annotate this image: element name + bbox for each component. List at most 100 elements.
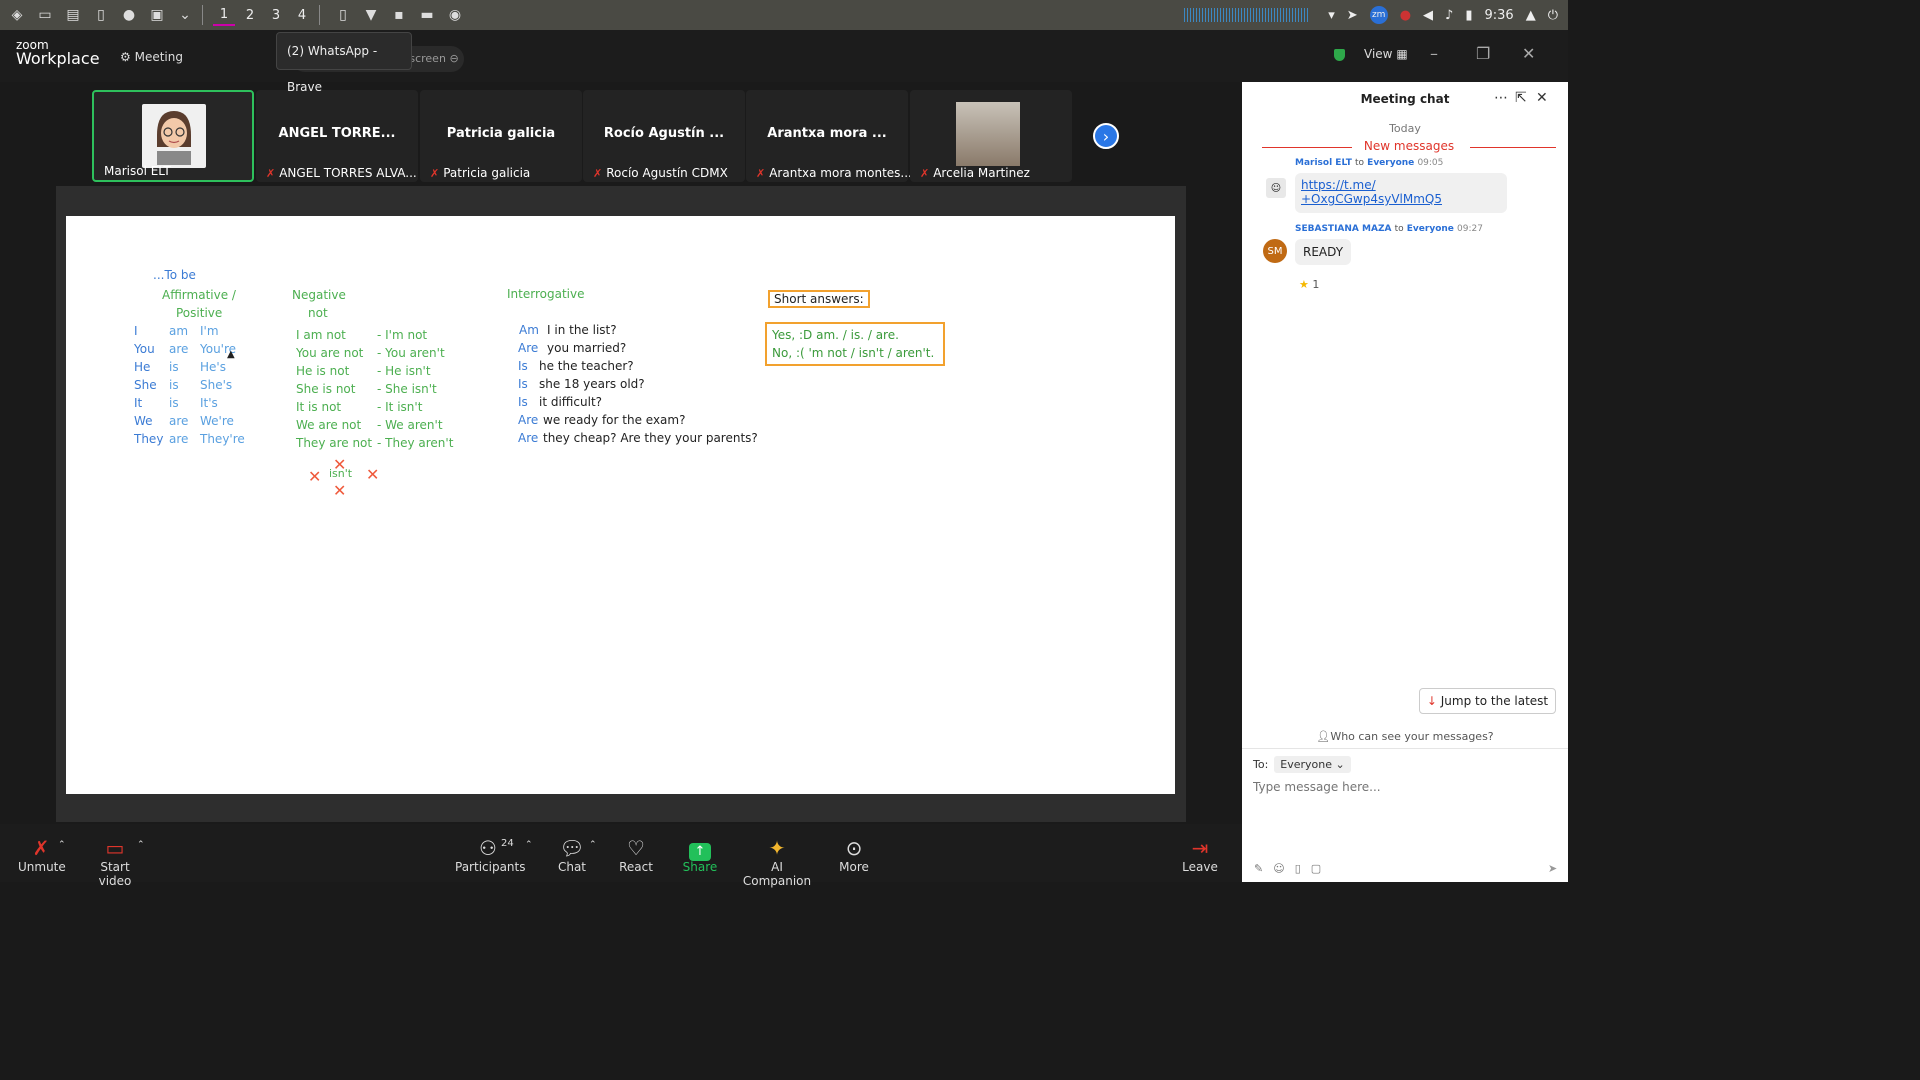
sender-name: SEBASTIANA MAZA (1295, 224, 1392, 234)
ai-companion-label: AI Companion (742, 860, 812, 888)
grid-icon: ▦ (1396, 47, 1408, 61)
verb: are (169, 342, 189, 356)
person-icon: 👤︎ (1316, 730, 1331, 743)
workspace-2[interactable]: 2 (239, 4, 261, 26)
contraction: It's (200, 396, 218, 410)
mouse-cursor-icon: ▲ (227, 349, 235, 360)
compose-toolbar: ✎ ☺ ▯ ▢ (1254, 862, 1321, 875)
participant-tile[interactable]: ✗ Arcelia Martinez (910, 90, 1072, 182)
to-word: to (1354, 158, 1365, 168)
workspace-4[interactable]: 4 (291, 4, 313, 26)
share-button[interactable]: ↑ Share (682, 836, 718, 874)
pop-out-icon[interactable]: ⇱ (1515, 90, 1527, 106)
document-icon[interactable]: ▯ (332, 5, 354, 25)
question-verb: Is (518, 359, 528, 373)
contraction: She's (200, 378, 233, 392)
workspace-1[interactable]: 1 (213, 4, 235, 26)
audio-options-caret[interactable]: ⌃ (58, 840, 66, 850)
window-icon[interactable]: ▬ (416, 5, 438, 25)
negative-contraction: - It isn't (377, 400, 423, 414)
chat-caret[interactable]: ⌃ (589, 840, 597, 850)
shield-icon[interactable] (1334, 49, 1345, 61)
firefox-icon[interactable]: ● (118, 5, 140, 25)
zoom-task-icon[interactable]: ◉ (444, 5, 466, 25)
participant-tile[interactable]: Patricia galicia ✗ Patricia galicia (420, 90, 582, 182)
files-icon[interactable]: ▤ (62, 5, 84, 25)
close-icon[interactable]: ✕ (1536, 90, 1548, 106)
zoom-tray-icon[interactable]: zm (1369, 6, 1388, 24)
workspace-3[interactable]: 3 (265, 4, 287, 26)
negative-form: We are not (296, 418, 362, 432)
pdf-icon[interactable]: ▯ (90, 5, 112, 25)
question-verb: Is (518, 395, 528, 409)
negative-contraction: - She isn't (377, 382, 437, 396)
minimize-icon[interactable]: – (1430, 44, 1438, 63)
more-icon[interactable]: ⊖ (449, 52, 458, 65)
video-options-caret[interactable]: ⌃ (137, 840, 145, 850)
heart-icon: ♡ (627, 836, 645, 860)
emoji-icon[interactable]: ☺ (1273, 862, 1284, 875)
question-text: she 18 years old? (539, 377, 645, 391)
question-text: he the teacher? (539, 359, 634, 373)
negative-form: I am not (296, 328, 346, 342)
leave-button[interactable]: ⇥ Leave (1180, 836, 1220, 874)
recipient-dropdown[interactable]: Everyone ⌄ (1274, 756, 1351, 773)
brave-icon[interactable]: ▼ (360, 5, 382, 25)
ai-companion-button[interactable]: ✦ AI Companion (738, 836, 816, 888)
new-messages-divider: New messages (1262, 139, 1556, 155)
record-icon[interactable]: ● (1400, 8, 1411, 23)
wifi-icon[interactable]: ▾ (1328, 8, 1335, 23)
telegram-icon[interactable]: ➤ (1347, 8, 1358, 23)
unmute-label: Unmute (18, 860, 66, 874)
logo-bottom: Workplace (16, 49, 100, 68)
terminal-window-icon[interactable]: ▪ (388, 5, 410, 25)
short-answer-no: No, :( 'm not / isn't / aren't. (772, 346, 935, 360)
terminal-icon[interactable]: ▣ (146, 5, 168, 25)
more-button[interactable]: ⊙ More (836, 836, 872, 874)
question-verb: Are (518, 413, 539, 427)
jump-to-latest-button[interactable]: ↓ Jump to the latest (1419, 688, 1556, 714)
contraction: We're (200, 414, 234, 428)
bell-icon[interactable]: ♪ (1445, 8, 1453, 23)
question-text: we ready for the exam? (543, 413, 686, 427)
more-options-icon[interactable]: ⋯ (1494, 90, 1508, 106)
pronoun: I (134, 324, 138, 338)
participants-caret[interactable]: ⌃ (525, 840, 533, 850)
send-icon[interactable]: ➤ (1548, 862, 1557, 875)
format-icon[interactable]: ✎ (1254, 862, 1263, 875)
battery-icon[interactable]: ▮ (1465, 8, 1472, 23)
avatar: ☺ (1266, 178, 1286, 198)
cross-mark-icon: ✕ (333, 481, 347, 500)
file-icon[interactable]: ▯ (1295, 862, 1301, 875)
restore-icon[interactable]: ❐ (1476, 44, 1490, 63)
close-window-icon[interactable]: ✕ (1522, 44, 1535, 63)
who-can-see-link[interactable]: 👤︎Who can see your messages? (1242, 730, 1568, 743)
app-launcher-icon[interactable]: ◈ (6, 5, 28, 25)
negative-form: You are not (296, 346, 364, 360)
screenshot-icon[interactable]: ▢ (1311, 862, 1321, 875)
volume-icon[interactable]: ◀ (1423, 8, 1433, 23)
chat-button[interactable]: 💬︎ Chat (554, 836, 590, 874)
participants-button[interactable]: ⚇ 24 Participants (455, 836, 526, 874)
negative-contraction: - I'm not (377, 328, 428, 342)
reaction-chip[interactable]: ★ 1 (1299, 278, 1319, 291)
verb: is (169, 396, 179, 410)
lock-icon[interactable]: ▲ (1526, 8, 1536, 23)
message-input[interactable] (1253, 780, 1553, 794)
view-button[interactable]: View ▦ (1364, 47, 1408, 61)
meeting-menu[interactable]: ⚙ Meeting (120, 50, 183, 64)
negative-form: They are not (296, 436, 373, 450)
next-page-arrow-icon[interactable]: › (1093, 123, 1119, 149)
message-link[interactable]: https://t.me/+OxgCGwp4syVlMmQ5 (1301, 178, 1442, 206)
participant-tile[interactable]: ANGEL TORRE... ✗ ANGEL TORRES ALVA... (256, 90, 418, 182)
react-button[interactable]: ♡ React (616, 836, 656, 874)
power-icon[interactable]: ⏻ (1548, 8, 1558, 23)
chevron-down-icon[interactable]: ⌄ (174, 5, 196, 25)
desktop-icon[interactable]: ▭ (34, 5, 56, 25)
participant-tile[interactable]: Arantxa mora ... ✗ Arantxa mora montes... (746, 90, 912, 182)
participant-tile[interactable]: Rocío Agustín ... ✗ Rocío Agustín CDMX (583, 90, 745, 182)
clock[interactable]: 9:36 (1485, 8, 1514, 23)
participant-name: Patricia galicia (443, 166, 531, 180)
participant-tile[interactable]: Marisol ELT (92, 90, 254, 182)
system-taskbar: ◈ ▭ ▤ ▯ ● ▣ ⌄ 1 2 3 4 ▯ ▼ ▪ ▬ ◉ ▾ ➤ zm ●… (0, 0, 1568, 30)
